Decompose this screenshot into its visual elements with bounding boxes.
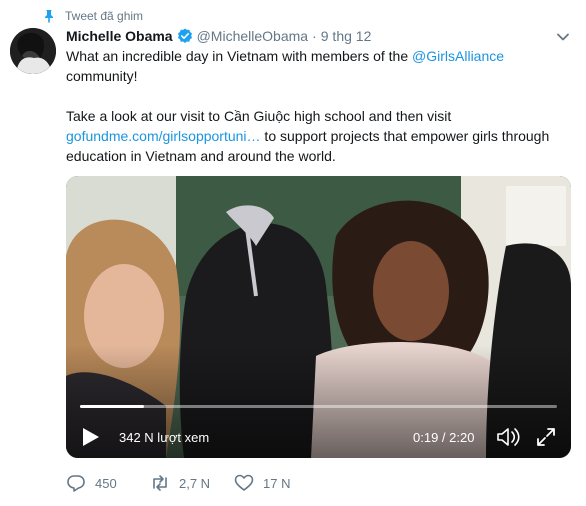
reply-count: 450 (95, 475, 117, 491)
retweet-count: 2,7 N (179, 475, 211, 491)
tweet-text-line2: Take a look at our visit to Cần Giuộc hi… (66, 108, 452, 124)
retweet-button[interactable]: 2,7 N (150, 473, 234, 493)
tweet-text-line1-cont: community! (66, 68, 138, 84)
pinned-text: Tweet đã ghim (65, 9, 144, 23)
video-progress-bar[interactable] (80, 405, 557, 408)
avatar[interactable] (10, 28, 56, 74)
reply-icon (67, 475, 85, 492)
user-handle[interactable]: @MichelleObama (197, 28, 308, 44)
tweet-timestamp[interactable]: 9 thg 12 (321, 28, 372, 44)
url-link[interactable]: gofundme.com/girlsopportuni… (66, 128, 261, 144)
video-progress-fill (80, 405, 145, 408)
like-count: 17 N (263, 475, 291, 491)
separator-dot: · (312, 28, 317, 44)
tweet-text-line4: education in Vietnam and around the worl… (66, 148, 336, 164)
retweet-icon (153, 475, 167, 491)
pinned-tweet-label: Tweet đã ghim (42, 8, 143, 24)
like-button[interactable]: 17 N (234, 473, 318, 493)
heart-icon (234, 474, 254, 491)
avatar-photo (10, 28, 56, 74)
display-name[interactable]: Michelle Obama (66, 28, 173, 44)
tweet-text-line1: What an incredible day in Vietnam with m… (66, 48, 413, 64)
verified-badge-icon (177, 28, 192, 43)
video-thumbnail (66, 176, 571, 458)
chevron-down-icon[interactable] (556, 30, 570, 44)
mention-link[interactable]: @GirlsAlliance (412, 48, 504, 64)
view-count: 342 N lượt xem (119, 430, 210, 445)
tweet-header: Michelle Obama @MichelleObama · 9 thg 12 (66, 26, 556, 46)
tweet-actions: 450 2,7 N 17 N (66, 472, 318, 494)
video-timecode: 0:19 / 2:20 (413, 430, 475, 445)
reply-button[interactable]: 450 (66, 473, 150, 493)
volume-muted-icon[interactable] (496, 426, 522, 448)
fullscreen-icon[interactable] (536, 427, 556, 447)
tweet-text: What an incredible day in Vietnam with m… (66, 46, 571, 166)
pin-icon (45, 10, 53, 23)
play-icon[interactable] (82, 427, 100, 447)
tweet-text-line3: to support projects that empower girls t… (260, 128, 550, 144)
video-player[interactable]: 342 N lượt xem 0:19 / 2:20 (66, 176, 571, 458)
